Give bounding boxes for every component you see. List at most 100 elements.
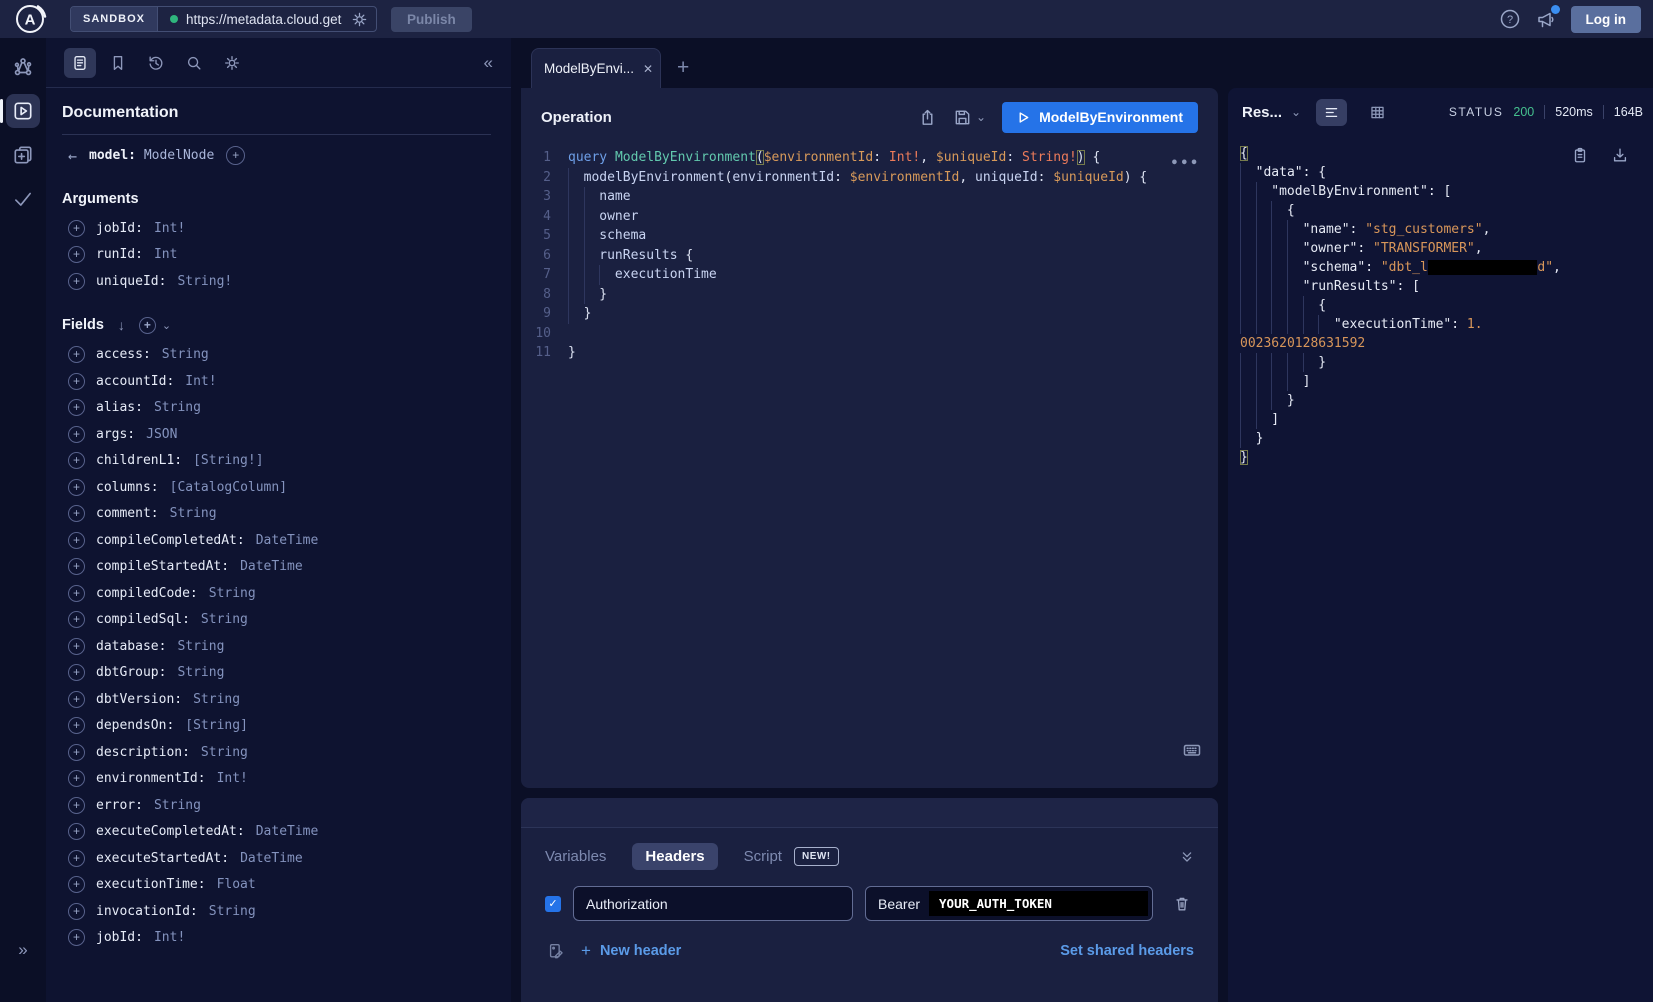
save-dropdown-chevron-icon[interactable]: ⌄	[976, 110, 986, 124]
code-line[interactable]: 1query ModelByEnvironment($environmentId…	[521, 148, 1218, 168]
doc-field-row[interactable]: +compiledCode:String	[62, 580, 491, 607]
add-field-to-query-icon[interactable]: +	[68, 876, 85, 893]
code-line[interactable]: 7executionTime	[521, 265, 1218, 285]
add-field-to-query-icon[interactable]: +	[68, 558, 85, 575]
doc-field-row[interactable]: +alias:String	[62, 395, 491, 422]
doc-field-row[interactable]: +columns:[CatalogColumn]	[62, 474, 491, 501]
rail-explorer-icon[interactable]	[6, 94, 40, 128]
rail-schema-graph-icon[interactable]	[6, 50, 40, 84]
doc-field-row[interactable]: +uniqueId:String!	[62, 268, 491, 295]
apollo-logo[interactable]: A	[12, 1, 48, 37]
doc-field-row[interactable]: +compileStartedAt:DateTime	[62, 554, 491, 581]
auth-token-value[interactable]: YOUR_AUTH_TOKEN	[929, 891, 1148, 916]
add-field-to-query-icon[interactable]: +	[68, 929, 85, 946]
doc-field-row[interactable]: +executeCompletedAt:DateTime	[62, 819, 491, 846]
tab-variables[interactable]: Variables	[545, 848, 606, 865]
code-line[interactable]: 6runResults {	[521, 246, 1218, 266]
close-tab-icon[interactable]: ✕	[643, 62, 653, 76]
add-field-to-query-icon[interactable]: +	[68, 850, 85, 867]
rail-expand-icon[interactable]: »	[18, 940, 27, 960]
add-field-to-query-icon[interactable]: +	[68, 373, 85, 390]
rail-collections-icon[interactable]	[6, 138, 40, 172]
doc-field-row[interactable]: +error:String	[62, 792, 491, 819]
code-line[interactable]: 3name	[521, 187, 1218, 207]
add-field-to-query-icon[interactable]: +	[68, 399, 85, 416]
publish-button[interactable]: Publish	[391, 7, 472, 32]
set-shared-headers-link[interactable]: Set shared headers	[1060, 943, 1194, 959]
add-field-to-query-icon[interactable]: +	[68, 797, 85, 814]
tab-script[interactable]: Script	[744, 848, 782, 865]
doc-field-row[interactable]: +compiledSql:String	[62, 607, 491, 634]
new-header-button[interactable]: + New header	[581, 941, 681, 961]
rail-checks-icon[interactable]	[6, 182, 40, 216]
bookmark-icon[interactable]	[102, 48, 134, 78]
announcements-megaphone-icon[interactable]	[1535, 8, 1557, 30]
back-arrow-icon[interactable]: ←	[68, 147, 77, 165]
doc-field-row[interactable]: +comment:String	[62, 501, 491, 528]
add-field-to-query-icon[interactable]: +	[68, 585, 85, 602]
add-field-to-query-icon[interactable]: +	[68, 479, 85, 496]
login-button[interactable]: Log in	[1571, 6, 1642, 33]
add-field-to-query-icon[interactable]: +	[68, 823, 85, 840]
doc-field-row[interactable]: +executionTime:Float	[62, 872, 491, 899]
add-field-to-query-icon[interactable]: +	[68, 220, 85, 237]
code-line[interactable]: 11}	[521, 343, 1218, 363]
doc-field-row[interactable]: +executeStartedAt:DateTime	[62, 845, 491, 872]
doc-field-row[interactable]: +jobId:Int!	[62, 215, 491, 242]
doc-field-row[interactable]: +access:String	[62, 342, 491, 369]
doc-field-row[interactable]: +compileCompletedAt:DateTime	[62, 527, 491, 554]
code-line[interactable]: 10	[521, 324, 1218, 344]
doc-field-row[interactable]: +description:String	[62, 739, 491, 766]
add-field-to-query-icon[interactable]: +	[68, 346, 85, 363]
view-table-icon[interactable]	[1362, 99, 1393, 126]
add-field-to-query-icon[interactable]: +	[68, 246, 85, 263]
code-line[interactable]: 8}	[521, 285, 1218, 305]
add-field-to-query-icon[interactable]: +	[68, 770, 85, 787]
endpoint-url[interactable]: https://metadata.cloud.get	[186, 12, 343, 27]
response-body[interactable]: {"data": {"modelByEnvironment": [{"name"…	[1228, 136, 1653, 1002]
doc-field-row[interactable]: +invocationId:String	[62, 898, 491, 925]
add-type-icon[interactable]: +	[226, 146, 245, 165]
docs-settings-gear-icon[interactable]	[216, 48, 248, 78]
editor-menu-kebab-icon[interactable]: •••	[1171, 154, 1200, 174]
header-key-input[interactable]	[573, 886, 853, 921]
view-json-tree-icon[interactable]	[1316, 99, 1347, 126]
doc-field-row[interactable]: +childrenL1:[String!]	[62, 448, 491, 475]
doc-field-row[interactable]: +database:String	[62, 633, 491, 660]
doc-field-row[interactable]: +args:JSON	[62, 421, 491, 448]
save-operation-icon[interactable]	[953, 108, 972, 127]
doc-field-row[interactable]: +environmentId:Int!	[62, 766, 491, 793]
operation-tab[interactable]: ModelByEnvi... ✕	[531, 48, 661, 88]
add-field-to-query-icon[interactable]: +	[68, 638, 85, 655]
code-line[interactable]: 4owner	[521, 207, 1218, 227]
endpoint-settings-gear-icon[interactable]	[351, 11, 368, 28]
add-field-to-query-icon[interactable]: +	[68, 452, 85, 469]
add-field-to-query-icon[interactable]: +	[68, 744, 85, 761]
add-field-to-query-icon[interactable]: +	[68, 664, 85, 681]
add-fields-chevron-icon[interactable]: ⌄	[162, 319, 171, 332]
delete-header-trash-icon[interactable]	[1173, 895, 1191, 913]
tab-headers[interactable]: Headers	[632, 843, 717, 870]
header-value-input[interactable]: Bearer YOUR_AUTH_TOKEN	[865, 886, 1153, 921]
history-icon[interactable]	[140, 48, 172, 78]
doc-field-row[interactable]: +accountId:Int!	[62, 368, 491, 395]
keyboard-shortcuts-icon[interactable]	[1182, 740, 1202, 760]
copy-response-icon[interactable]	[1571, 146, 1589, 164]
endpoint-url-box[interactable]: https://metadata.cloud.get	[158, 7, 376, 31]
doc-field-row[interactable]: +dbtVersion:String	[62, 686, 491, 713]
code-lines[interactable]: 1query ModelByEnvironment($environmentId…	[521, 148, 1218, 363]
add-field-to-query-icon[interactable]: +	[68, 611, 85, 628]
doc-field-row[interactable]: +jobId:Int!	[62, 925, 491, 952]
add-field-to-query-icon[interactable]: +	[68, 903, 85, 920]
code-line[interactable]: 5schema	[521, 226, 1218, 246]
code-line[interactable]: 9}	[521, 304, 1218, 324]
header-presets-icon[interactable]	[547, 942, 565, 960]
graphql-editor[interactable]: 1query ModelByEnvironment($environmentId…	[521, 146, 1218, 788]
help-icon[interactable]: ?	[1499, 8, 1521, 30]
add-field-to-query-icon[interactable]: +	[68, 691, 85, 708]
header-enabled-checkbox[interactable]: ✓	[545, 896, 561, 912]
response-dropdown-chevron-icon[interactable]: ⌄	[1291, 105, 1301, 119]
download-response-icon[interactable]	[1611, 146, 1629, 164]
collapse-docs-icon[interactable]: «	[484, 53, 493, 73]
doc-field-row[interactable]: +runId:Int	[62, 242, 491, 269]
